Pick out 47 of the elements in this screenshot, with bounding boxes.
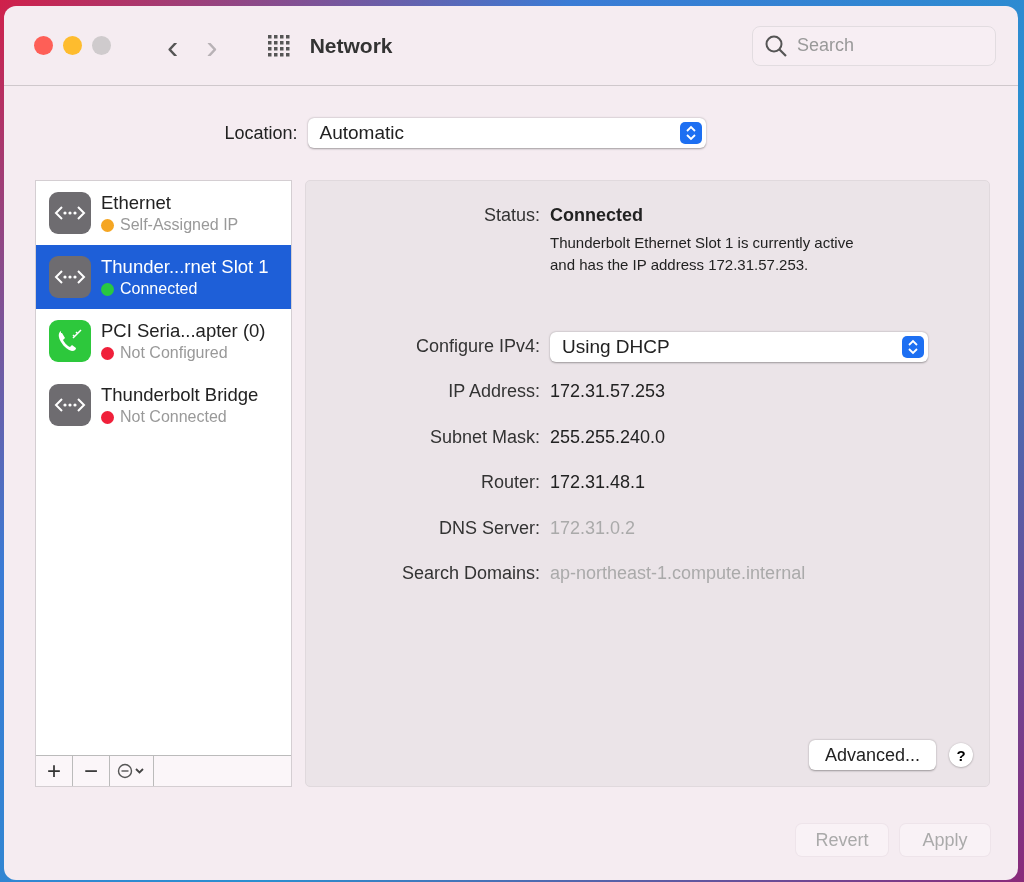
field-value: 172.31.48.1 [550, 471, 647, 494]
ethernet-icon [49, 192, 91, 234]
field-label: Subnet Mask: [428, 425, 540, 449]
minimize-button[interactable] [63, 36, 82, 55]
back-button[interactable]: ‹ [153, 30, 193, 61]
service-name: Thunderbolt Bridge [101, 384, 259, 406]
service-status: Not Connected [120, 408, 227, 426]
location-popup[interactable]: Automatic [307, 118, 706, 148]
field-label: Router: [479, 471, 540, 494]
zoom-button[interactable] [92, 36, 111, 55]
location-label: Location: [224, 122, 298, 144]
window-title: Network [309, 33, 393, 58]
remove-button[interactable]: − [73, 756, 110, 786]
service-item[interactable]: Thunderbolt Bridge Not Connected [36, 373, 291, 437]
service-name: Thunder...rnet Slot 1 [101, 256, 269, 278]
field-value: 255.255.240.0 [550, 425, 667, 449]
service-item[interactable]: Thunder...rnet Slot 1 Connected [36, 245, 291, 309]
ethernet-icon [49, 256, 91, 298]
advanced-button[interactable]: Advanced... [808, 740, 936, 770]
service-name: Ethernet [101, 192, 172, 214]
stepper-icon [679, 122, 702, 144]
status-value: Connected [550, 205, 644, 226]
close-button[interactable] [34, 36, 53, 55]
service-item[interactable]: PCI Seria...apter (0) Not Configured [36, 309, 291, 373]
stepper-icon [902, 335, 924, 358]
field-value: ap-northeast-1.compute.internal [550, 562, 807, 585]
service-status: Connected [120, 280, 198, 298]
phone-icon [49, 320, 91, 362]
service-status: Self-Assigned IP [120, 216, 239, 234]
search-icon [764, 33, 788, 58]
field-label: DNS Server: [437, 516, 540, 540]
help-button[interactable]: ? [949, 743, 973, 767]
service-name: PCI Seria...apter (0) [101, 320, 266, 342]
configure-popup[interactable]: Using DHCP [550, 331, 928, 362]
grid-icon[interactable] [267, 34, 290, 57]
add-button[interactable]: + [36, 756, 73, 786]
field-value: 172.31.0.2 [550, 516, 637, 540]
status-label: Status: [482, 205, 540, 226]
service-item[interactable]: Ethernet Self-Assigned IP [36, 181, 291, 245]
field-label: Search Domains: [400, 562, 540, 585]
status-description: Thunderbolt Ethernet Slot 1 is currently active and has the IP address 172.31.57.253. [550, 233, 855, 275]
field-value: 172.31.57.253 [550, 380, 667, 403]
service-status: Not Configured [120, 344, 228, 362]
ethernet-icon [49, 384, 91, 426]
search-field[interactable]: Search [752, 25, 996, 66]
field-label: IP Address: [447, 380, 540, 403]
configure-label: Configure IPv4: [414, 335, 540, 358]
